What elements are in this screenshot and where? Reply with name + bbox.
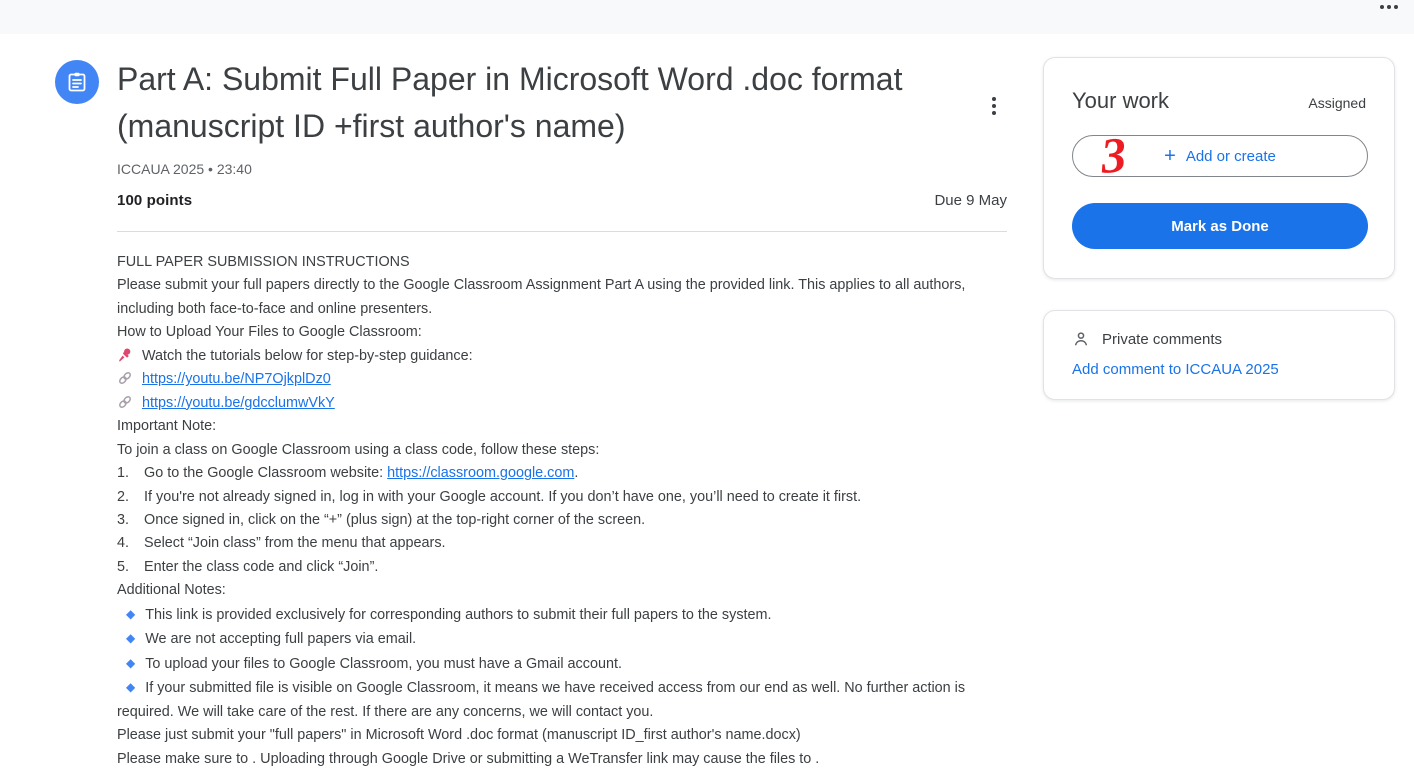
instruction-line: 4.Select “Join class” from the menu that… (117, 532, 1022, 555)
link-icon (117, 394, 133, 410)
instruction-line: https://youtu.be/gdcclumwVkY (117, 392, 1022, 415)
add-comment-link[interactable]: Add comment to ICCAUA 2025 (1072, 361, 1279, 378)
private-comments-card: Private comments Add comment to ICCAUA 2… (1043, 310, 1395, 400)
list-number: 3. (117, 509, 144, 532)
instruction-line: 5.Enter the class code and click “Join”. (117, 556, 1022, 579)
instruction-line: ◆If your submitted file is visible on Go… (117, 676, 1022, 724)
instruction-text: Enter the class code and click “Join”. (144, 559, 378, 575)
inline-link[interactable]: https://youtu.be/NP7OjkplDz0 (142, 371, 331, 387)
add-or-create-button[interactable]: + Add or create (1072, 135, 1368, 177)
diamond-bullet-icon: ◆ (126, 680, 135, 694)
mark-as-done-label: Mark as Done (1171, 218, 1269, 235)
instruction-text: FULL PAPER SUBMISSION INSTRUCTIONS (117, 254, 410, 270)
instruction-text: Watch the tutorials below for step-by-st… (142, 348, 473, 364)
assignment-icon (55, 60, 99, 104)
add-or-create-label: Add or create (1186, 148, 1276, 165)
mark-as-done-button[interactable]: Mark as Done (1072, 203, 1368, 249)
instruction-text: If you're not already signed in, log in … (144, 489, 861, 505)
instruction-text: . (574, 465, 578, 481)
list-number: 4. (117, 532, 144, 555)
your-work-title: Your work (1072, 88, 1169, 114)
points-label: 100 points (117, 192, 192, 209)
points-row: 100 points Due 9 May (117, 192, 1007, 209)
instruction-line: Please make sure to . Uploading through … (117, 748, 1022, 771)
your-work-header: Your work Assigned (1072, 88, 1366, 114)
instruction-line: Please just submit your "full papers" in… (117, 724, 1022, 747)
instruction-text: Please make sure to . Uploading through … (117, 751, 819, 767)
instruction-text: Once signed in, click on the “+” (plus s… (144, 512, 645, 528)
instruction-text: We are not accepting full papers via ema… (145, 631, 416, 647)
list-number: 1. (117, 462, 144, 485)
list-number: 5. (117, 556, 144, 579)
page-title: Part A: Submit Full Paper in Microsoft W… (117, 56, 967, 150)
assignment-meta: ICCAUA 2025 • 23:40 (117, 161, 252, 177)
instruction-text: If your submitted file is visible on Goo… (117, 680, 965, 719)
instruction-line: How to Upload Your Files to Google Class… (117, 321, 1022, 344)
diamond-bullet-icon: ◆ (126, 656, 135, 670)
instruction-text: Please submit your full papers directly … (117, 277, 965, 316)
private-comments-header: Private comments (1072, 330, 1366, 348)
diamond-bullet-icon: ◆ (126, 607, 135, 621)
instruction-text: Go to the Google Classroom website: (144, 465, 387, 481)
link-icon (117, 370, 133, 386)
your-work-card: Your work Assigned + Add or create Mark … (1043, 57, 1395, 279)
divider (117, 231, 1007, 232)
private-comments-title: Private comments (1102, 331, 1222, 348)
status-badge: Assigned (1308, 95, 1366, 111)
inline-link[interactable]: https://youtu.be/gdcclumwVkY (142, 395, 335, 411)
instruction-line: ◆ This link is provided exclusively for c… (117, 603, 1022, 627)
instruction-line: Important Note: (117, 415, 1022, 438)
inline-link[interactable]: https://classroom.google.com (387, 465, 574, 481)
instruction-line: 2.If you're not already signed in, log i… (117, 486, 1022, 509)
instruction-line: ◆ To upload your files to Google Classroo… (117, 652, 1022, 676)
instruction-line: Please submit your full papers directly … (117, 274, 1022, 321)
instruction-line: 3.Once signed in, click on the “+” (plus… (117, 509, 1022, 532)
instruction-line: ◆ We are not accepting full papers via em… (117, 627, 1022, 651)
instruction-line: To join a class on Google Classroom usin… (117, 439, 1022, 462)
instruction-text: Important Note: (117, 418, 216, 434)
plus-icon: + (1164, 146, 1176, 166)
instruction-text: How to Upload Your Files to Google Class… (117, 324, 422, 340)
kebab-menu-icon[interactable] (982, 92, 1006, 120)
instruction-text: This link is provided exclusively for co… (145, 607, 771, 623)
instruction-line: https://youtu.be/NP7OjkplDz0 (117, 368, 1022, 391)
instructions-body: FULL PAPER SUBMISSION INSTRUCTIONS Please… (117, 251, 1022, 771)
window-overflow-icon[interactable] (1376, 1, 1402, 13)
instruction-line: Watch the tutorials below for step-by-st… (117, 345, 1022, 368)
instruction-text: Select “Join class” from the menu that a… (144, 535, 446, 551)
instruction-line: 1.Go to the Google Classroom website: ht… (117, 462, 1022, 485)
list-number: 2. (117, 486, 144, 509)
diamond-bullet-icon: ◆ (126, 631, 135, 645)
instruction-text: Additional Notes: (117, 582, 226, 598)
top-bar (0, 0, 1414, 34)
instruction-text: Please just submit your "full papers" in… (117, 727, 801, 743)
due-date: Due 9 May (934, 192, 1007, 209)
instruction-line: FULL PAPER SUBMISSION INSTRUCTIONS (117, 251, 1022, 274)
instruction-text: To upload your files to Google Classroom… (145, 656, 622, 672)
instruction-text: To join a class on Google Classroom usin… (117, 442, 599, 458)
pushpin-icon (117, 347, 133, 363)
instruction-line: Additional Notes: (117, 579, 1022, 602)
person-icon (1072, 330, 1090, 348)
assignment-page: Part A: Submit Full Paper in Microsoft W… (0, 0, 1414, 781)
